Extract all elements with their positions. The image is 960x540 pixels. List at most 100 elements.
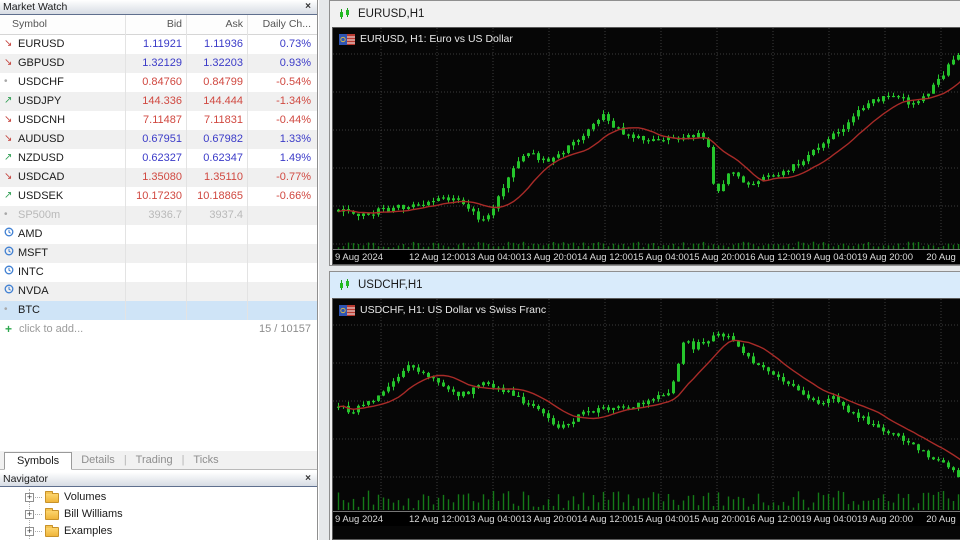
table-row[interactable]: ↘ USDCNH 7.11487 7.11831 -0.44% (0, 111, 317, 130)
time-axis-label: 19 Aug 20:00 (857, 252, 913, 263)
market-watch-titlebar[interactable]: Market Watch × (0, 0, 317, 15)
table-row[interactable]: ↗ NZDUSD 0.62327 0.62347 1.49% (0, 149, 317, 168)
market-watch-panel: Market Watch × Symbol Bid Ask Daily Ch..… (0, 0, 318, 540)
time-axis-label: 9 Aug 2024 (335, 252, 384, 263)
ask-value: 0.67982 (203, 133, 243, 145)
clock-icon (4, 246, 16, 261)
chart-symbol-label-text: EURUSD, H1: Euro vs US Dollar (360, 33, 513, 45)
table-row[interactable]: ↘ AUDUSD 0.67951 0.67982 1.33% (0, 130, 317, 149)
column-header-bid[interactable]: Bid (125, 18, 182, 30)
time-axis[interactable]: 9 Aug 2024 12 Aug 12:00 13 Aug 04:00 13 Aug… (333, 249, 960, 264)
ask-value: 3937.4 (209, 209, 243, 221)
table-row[interactable]: INTC (0, 263, 317, 282)
candlestick-chart[interactable] (333, 299, 960, 511)
tab-symbols[interactable]: Symbols (4, 452, 73, 470)
table-row[interactable]: ↗ USDJPY 144.336 144.444 -1.34% (0, 92, 317, 111)
symbol-flags-icon (339, 33, 355, 45)
candlestick-chart[interactable] (333, 28, 960, 250)
table-row[interactable]: ↘ GBPUSD 1.32129 1.32203 0.93% (0, 54, 317, 73)
tab-trading[interactable]: Trading (127, 452, 182, 469)
symbol-name: USDCNH (18, 114, 66, 126)
dot-icon: • (4, 76, 8, 87)
symbol-name: USDSEK (18, 190, 64, 202)
table-row[interactable]: MSFT (0, 244, 317, 263)
daily-change-value: 0.73% (279, 38, 311, 50)
table-row[interactable]: ↘ EURUSD 1.11921 1.11936 0.73% (0, 35, 317, 54)
plus-icon: + (5, 322, 13, 336)
tree-item-label: Bill Williams (64, 508, 123, 520)
chart-symbol-label-text: USDCHF, H1: US Dollar vs Swiss Franc (360, 304, 547, 316)
bid-value: 10.17230 (136, 190, 182, 202)
symbol-name: NVDA (18, 285, 49, 297)
tab-details[interactable]: Details (72, 452, 124, 469)
daily-change-value: -1.34% (276, 95, 311, 107)
app-window: Market Watch × Symbol Bid Ask Daily Ch..… (0, 0, 960, 540)
tree-item-examples[interactable]: + Examples (0, 523, 317, 540)
bid-value: 0.62327 (142, 152, 182, 164)
chart-window-titlebar-usdchf[interactable]: USDCHF,H1 (330, 272, 960, 298)
expand-icon[interactable]: + (25, 510, 34, 519)
ask-value: 1.11936 (204, 38, 243, 50)
trend-up-icon: ↗ (4, 95, 13, 106)
time-axis-label: 13 Aug 04:00 (465, 252, 521, 263)
bid-value: 3936.7 (148, 209, 182, 221)
close-icon[interactable]: × (305, 0, 311, 14)
close-icon[interactable]: × (305, 472, 311, 486)
bid-value: 7.11487 (143, 114, 182, 126)
daily-change-value: 1.49% (279, 152, 311, 164)
add-symbol-row[interactable]: + click to add... 15 / 10157 (0, 320, 317, 339)
folder-icon (45, 525, 59, 537)
symbol-name: GBPUSD (18, 57, 65, 69)
chart-canvas-usdchf[interactable]: USDCHF, H1: US Dollar vs Swiss Franc 9 A… (332, 298, 960, 540)
bid-value: 144.336 (142, 95, 182, 107)
chart-window-usdchf: USDCHF,H1 USDCHF, H1: US Dollar vs Swiss… (329, 271, 960, 540)
column-header-ask[interactable]: Ask (186, 18, 243, 30)
ask-value: 7.11831 (204, 114, 243, 126)
symbol-name: USDCAD (18, 171, 65, 183)
price-plot[interactable] (333, 299, 960, 511)
chart-symbol-label: EURUSD, H1: Euro vs US Dollar (339, 33, 513, 45)
table-row[interactable]: • SP500m 3936.7 3937.4 (0, 206, 317, 225)
tab-ticks[interactable]: Ticks (184, 452, 227, 469)
chart-window-title: USDCHF,H1 (358, 279, 423, 291)
column-header-daily-change[interactable]: Daily Ch... (247, 18, 311, 30)
symbol-name: AUDUSD (18, 133, 65, 145)
bid-value: 1.32129 (142, 57, 182, 69)
trend-down-icon: ↘ (4, 57, 13, 68)
table-row[interactable]: ↗ USDSEK 10.17230 10.18865 -0.66% (0, 187, 317, 206)
trend-up-icon: ↗ (4, 152, 13, 163)
time-axis-label: 13 Aug 04:00 (465, 514, 521, 525)
tree-item-volumes[interactable]: + Volumes (0, 489, 317, 506)
clock-icon (4, 284, 16, 299)
time-axis[interactable]: 9 Aug 2024 12 Aug 12:00 13 Aug 04:00 13 Aug… (333, 511, 960, 526)
tree-item-bill-williams[interactable]: + Bill Williams (0, 506, 317, 523)
navigator-titlebar[interactable]: Navigator × (0, 472, 317, 487)
symbol-name: MSFT (18, 247, 48, 259)
trend-down-icon: ↘ (4, 133, 13, 144)
price-plot[interactable] (333, 28, 960, 250)
daily-change-value: 1.33% (279, 133, 311, 145)
time-axis-label: 19 Aug 20:00 (857, 514, 913, 525)
daily-change-value: -0.54% (276, 76, 311, 88)
column-header-symbol[interactable]: Symbol (12, 18, 47, 30)
table-row[interactable]: • BTC (0, 301, 317, 320)
add-symbol-label[interactable]: click to add... (19, 323, 83, 335)
table-row[interactable]: • USDCHF 0.84760 0.84799 -0.54% (0, 73, 317, 92)
tree-item-label: Examples (64, 525, 113, 537)
table-row[interactable]: NVDA (0, 282, 317, 301)
chart-canvas-eurusd[interactable]: EURUSD, H1: Euro vs US Dollar 9 Aug 2024… (332, 27, 960, 265)
dot-icon: • (4, 304, 8, 315)
time-axis-label: 16 Aug 12:00 (745, 252, 801, 263)
daily-change-value: 0.93% (279, 57, 311, 69)
table-row[interactable]: AMD (0, 225, 317, 244)
chart-window-titlebar-eurusd[interactable]: EURUSD,H1 (330, 1, 960, 27)
bid-value: 0.67951 (142, 133, 182, 145)
symbol-name: BTC (18, 304, 40, 316)
table-row[interactable]: ↘ USDCAD 1.35080 1.35110 -0.77% (0, 168, 317, 187)
navigator-tree: + Volumes + Bill Williams + Examples (0, 489, 317, 540)
expand-icon[interactable]: + (25, 527, 34, 536)
time-axis-label: 13 Aug 20:00 (521, 252, 577, 263)
expand-icon[interactable]: + (25, 493, 34, 502)
symbol-count: 15 / 10157 (259, 323, 311, 335)
symbol-name: NZDUSD (18, 152, 64, 164)
